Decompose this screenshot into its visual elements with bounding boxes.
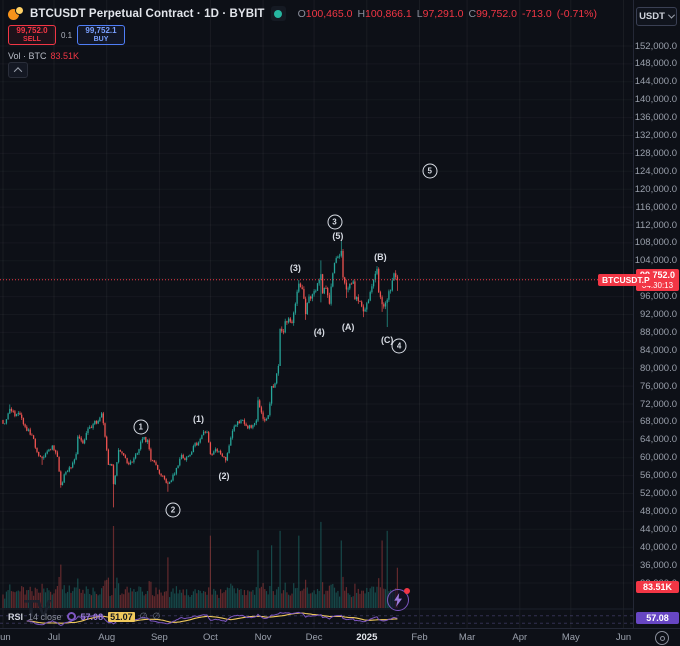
price-axis-label: 152,000.0 xyxy=(635,41,677,52)
price-axis-label: 116,000.0 xyxy=(635,202,677,213)
time-axis-label-sep: Sep xyxy=(151,632,168,643)
ohlc-values: O100,465.0 H100,866.1 L97,291.0 C99,752.… xyxy=(298,8,597,20)
symbol-title[interactable]: BTCUSDT Perpetual Contract · 1D · BYBIT xyxy=(30,8,265,20)
time-axis-label-dec: Dec xyxy=(306,632,323,643)
market-open-dot-icon xyxy=(274,10,282,18)
volume-legend: Vol · BTC83.51K xyxy=(8,51,79,61)
price-axis-label: 96,000.0 xyxy=(640,291,677,302)
change-percent: (-0.71%) xyxy=(557,8,597,20)
price-axis-label: 40,000.0 xyxy=(640,542,677,553)
sell-price: 99,752.0 xyxy=(16,27,47,36)
price-axis-label: 60,000.0 xyxy=(640,452,677,463)
sell-button[interactable]: 99,752.0 SELL xyxy=(8,25,56,45)
collapse-legend-button[interactable] xyxy=(8,62,28,78)
price-axis-label: 68,000.0 xyxy=(640,416,677,427)
rsi-ma-value: 51.07 xyxy=(108,612,135,622)
close-value: 99,752.0 xyxy=(476,8,517,20)
price-axis-label: 88,000.0 xyxy=(640,327,677,338)
buy-price: 99,752.1 xyxy=(85,27,116,36)
price-axis-label: 48,000.0 xyxy=(640,506,677,517)
price-axis-label: 64,000.0 xyxy=(640,434,677,445)
wave-label-3: 3 xyxy=(327,215,342,230)
wave-label-5: 5 xyxy=(422,164,437,179)
lightning-icon xyxy=(391,592,405,608)
time-axis-label-mar: Mar xyxy=(459,632,475,643)
wave-label-4: 4 xyxy=(392,338,407,353)
time-axis-label-nov: Nov xyxy=(255,632,272,643)
change-value: -713.0 xyxy=(522,8,552,20)
symbol-legend: BTCUSDT Perpetual Contract · 1D · BYBIT … xyxy=(8,6,597,21)
time-axis-label-aug: Aug xyxy=(98,632,115,643)
volume-axis-badge: 83.51K xyxy=(636,581,679,593)
order-panel: 99,752.0 SELL 0.1 99,752.1 BUY xyxy=(8,25,125,45)
rsi-legend: RSI 14 close 57.08 51.07 ∅ ∅ xyxy=(8,611,160,622)
price-axis-label: 92,000.0 xyxy=(640,309,677,320)
rsi-color-dot-icon[interactable] xyxy=(67,612,76,621)
chevron-up-icon xyxy=(14,67,22,75)
price-axis-label: 56,000.0 xyxy=(640,470,677,481)
candlestick-series xyxy=(2,241,398,507)
price-axis-label: 120,000.0 xyxy=(635,184,677,195)
wave-label-1: (1) xyxy=(193,414,204,424)
quick-trade-button[interactable] xyxy=(387,589,409,611)
price-axis-label: 124,000.0 xyxy=(635,166,677,177)
time-axis-label-apr: Apr xyxy=(512,632,527,643)
open-value: 100,465.0 xyxy=(306,8,353,20)
price-axis-label: 148,000.0 xyxy=(635,58,677,69)
rsi-axis-badge: 57.08 xyxy=(636,612,679,624)
high-value: 100,866.1 xyxy=(365,8,412,20)
exchange-logo-icon xyxy=(8,6,24,21)
grid xyxy=(0,0,633,628)
market-status-button[interactable] xyxy=(271,6,286,21)
wave-label-1: 1 xyxy=(133,420,148,435)
price-axis-label: 104,000.0 xyxy=(635,255,677,266)
price-axis-label: 44,000.0 xyxy=(640,524,677,535)
time-axis-label-jun: Jun xyxy=(616,632,631,643)
price-axis-label: 132,000.0 xyxy=(635,130,677,141)
time-axis[interactable]: Jun Jul Aug Sep Oct Nov Dec 2025 Feb Mar Apr May Jun xyxy=(0,628,680,646)
rsi-params: 14 close xyxy=(28,612,62,622)
low-value: 97,291.0 xyxy=(423,8,464,20)
volume-value: 83.51K xyxy=(51,51,80,61)
price-axis-label: 84,000.0 xyxy=(640,345,677,356)
rsi-value: 57.08 xyxy=(81,612,104,622)
price-axis-label: 36,000.0 xyxy=(640,560,677,571)
gear-icon[interactable] xyxy=(655,631,669,645)
price-axis-label: 140,000.0 xyxy=(635,94,677,105)
price-axis[interactable]: USDT 99,752.0 04:30:13 83.51K 57.08 152,… xyxy=(633,0,680,628)
wave-label-3: (3) xyxy=(290,263,301,273)
time-axis-label-may: May xyxy=(562,632,580,643)
rsi-empty-icon: ∅ xyxy=(152,611,160,622)
wave-label-2: (2) xyxy=(219,471,230,481)
rsi-empty-icon: ∅ xyxy=(140,611,148,622)
price-axis-label: 52,000.0 xyxy=(640,488,677,499)
rsi-name[interactable]: RSI xyxy=(8,612,23,622)
wave-label-2: 2 xyxy=(166,503,181,518)
price-axis-label: 72,000.0 xyxy=(640,399,677,410)
wave-label-A: (A) xyxy=(342,322,355,332)
wave-label-B: (B) xyxy=(374,252,387,262)
wave-label-4: (4) xyxy=(314,327,325,337)
time-axis-label-oct: Oct xyxy=(203,632,218,643)
currency-unit-button[interactable]: USDT xyxy=(636,7,677,26)
time-axis-label-feb: Feb xyxy=(411,632,427,643)
price-chart-canvas xyxy=(0,0,680,646)
symbol-price-tag: BTCUSDT.P xyxy=(598,274,654,286)
price-axis-label: 128,000.0 xyxy=(635,148,677,159)
price-axis-label: 144,000.0 xyxy=(635,76,677,87)
time-axis-label-jul: Jul xyxy=(48,632,60,643)
chevron-down-icon xyxy=(668,12,675,19)
time-axis-label-2025: 2025 xyxy=(356,632,377,643)
spread-value: 0.1 xyxy=(56,31,77,40)
buy-button[interactable]: 99,752.1 BUY xyxy=(77,25,125,45)
trading-chart-app: BTCUSDT Perpetual Contract · 1D · BYBIT … xyxy=(0,0,680,646)
notification-dot-icon xyxy=(404,588,410,594)
time-axis-label-jun: Jun xyxy=(0,632,11,643)
price-axis-label: 80,000.0 xyxy=(640,363,677,374)
price-axis-label: 76,000.0 xyxy=(640,381,677,392)
price-axis-label: 108,000.0 xyxy=(635,237,677,248)
wave-label-5: (5) xyxy=(332,231,343,241)
price-axis-label: 136,000.0 xyxy=(635,112,677,123)
price-axis-label: 112,000.0 xyxy=(635,220,677,231)
